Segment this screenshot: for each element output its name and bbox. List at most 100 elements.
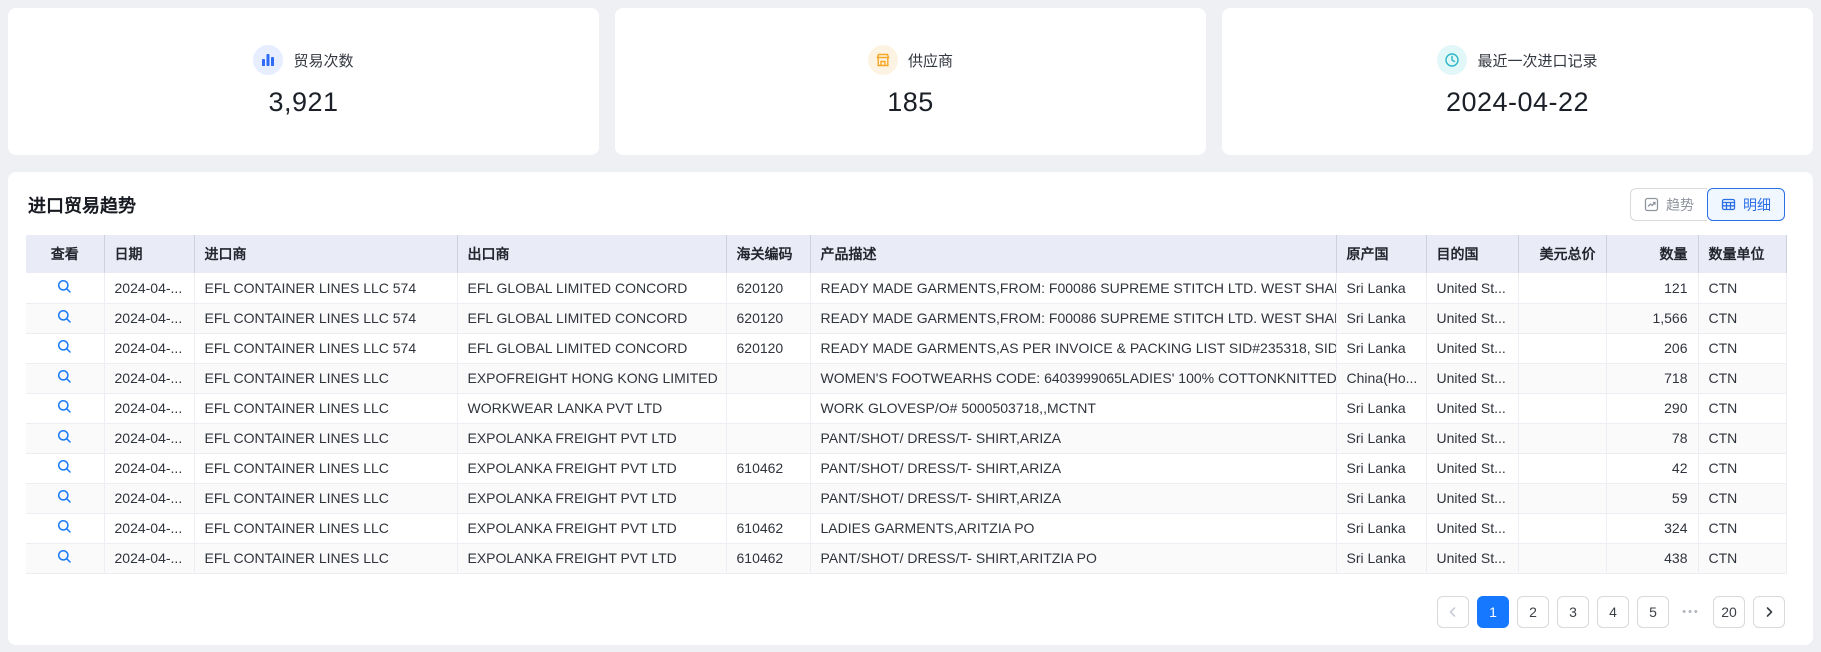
trend-view-button[interactable]: 趋势 [1630,188,1707,221]
view-magnifier-icon[interactable] [57,429,72,447]
view-cell [26,423,105,454]
destination-cell: United St... [1426,483,1519,514]
table-row: 2024-04-... EFL CONTAINER LINES LLC EXPO… [26,513,1787,544]
view-magnifier-icon[interactable] [57,399,72,417]
description-cell: WOMEN'S FOOTWEARHS CODE: 6403999065LADIE… [810,363,1337,394]
hs-code-cell: 610462 [726,513,811,544]
exporter-cell: EXPOLANKA FREIGHT PVT LTD [457,453,727,484]
origin-cell: Sri Lanka [1336,393,1427,424]
page-button-5[interactable]: 5 [1637,595,1669,628]
unit-cell: CTN [1698,333,1787,364]
destination-cell: United St... [1426,273,1519,304]
hs-code-cell [726,393,811,424]
page-jump-ellipsis[interactable]: ••• [1677,606,1705,618]
description-cell: PANT/SHOT/ DRESS/T- SHIRT,ARITZIA PO [810,543,1337,574]
hs-code-cell: 620120 [726,303,811,334]
description-cell: LADIES GARMENTS,ARITZIA PO [810,513,1337,544]
header-quantity: 数量 [1606,235,1699,273]
hs-code-cell [726,363,811,394]
hs-code-cell [726,483,811,514]
origin-cell: Sri Lanka [1336,513,1427,544]
description-cell: PANT/SHOT/ DRESS/T- SHIRT,ARIZA [810,483,1337,514]
table-row: 2024-04-... EFL CONTAINER LINES LLC WORK… [26,393,1787,424]
header-description: 产品描述 [810,235,1337,273]
trade-records-table: 查看 日期 进口商 出口商 海关编码 产品描述 原产国 目的国 美元总价 数量 … [26,235,1787,574]
unit-cell: CTN [1698,453,1787,484]
destination-cell: United St... [1426,363,1519,394]
view-magnifier-icon[interactable] [57,309,72,327]
quantity-cell: 438 [1606,543,1699,574]
origin-cell: Sri Lanka [1336,333,1427,364]
header-view: 查看 [26,235,105,273]
view-magnifier-icon[interactable] [57,519,72,537]
header-date: 日期 [104,235,195,273]
exporter-cell: EXPOLANKA FREIGHT PVT LTD [457,543,727,574]
stat-label: 贸易次数 [293,52,354,70]
stat-card-latest-import: 最近一次进口记录 2024-04-22 [1222,8,1813,155]
hs-code-cell: 620120 [726,273,811,304]
date-cell: 2024-04-... [104,483,195,514]
page-button-4[interactable]: 4 [1597,595,1629,628]
detail-view-label: 明细 [1743,196,1771,213]
exporter-cell: EXPOLANKA FREIGHT PVT LTD [457,513,727,544]
description-cell: WORK GLOVESP/O# 5000503718,,MCTNT [810,393,1337,424]
page-button-last[interactable]: 20 [1713,595,1745,628]
view-cell [26,393,105,424]
table-row: 2024-04-... EFL CONTAINER LINES LLC EXPO… [26,453,1787,484]
view-cell [26,543,105,574]
date-cell: 2024-04-... [104,393,195,424]
view-magnifier-icon[interactable] [57,339,72,357]
quantity-cell: 290 [1606,393,1699,424]
importer-cell: EFL CONTAINER LINES LLC 574 [194,333,458,364]
view-cell [26,513,105,544]
destination-cell: United St... [1426,423,1519,454]
view-cell [26,453,105,484]
table-row: 2024-04-... EFL CONTAINER LINES LLC 574 … [26,273,1787,304]
importer-cell: EFL CONTAINER LINES LLC [194,483,458,514]
view-magnifier-icon[interactable] [57,489,72,507]
quantity-cell: 78 [1606,423,1699,454]
hs-code-cell: 620120 [726,333,811,364]
bar-chart-icon [253,45,284,75]
importer-cell: EFL CONTAINER LINES LLC [194,363,458,394]
quantity-cell: 324 [1606,513,1699,544]
table-row: 2024-04-... EFL CONTAINER LINES LLC EXPO… [26,483,1787,514]
header-destination: 目的国 [1426,235,1519,273]
date-cell: 2024-04-... [104,453,195,484]
page-button-2[interactable]: 2 [1517,595,1549,628]
usd-total-cell [1518,303,1607,334]
date-cell: 2024-04-... [104,423,195,454]
table-row: 2024-04-... EFL CONTAINER LINES LLC 574 … [26,333,1787,364]
stat-label: 供应商 [907,52,953,70]
prev-page-button[interactable] [1437,595,1469,628]
unit-cell: CTN [1698,483,1787,514]
header-importer: 进口商 [194,235,458,273]
page-button-1[interactable]: 1 [1477,595,1509,628]
destination-cell: United St... [1426,543,1519,574]
importer-cell: EFL CONTAINER LINES LLC [194,393,458,424]
supplier-icon [867,45,898,75]
date-cell: 2024-04-... [104,513,195,544]
table-row: 2024-04-... EFL CONTAINER LINES LLC 574 … [26,303,1787,334]
view-magnifier-icon[interactable] [57,279,72,297]
usd-total-cell [1518,423,1607,454]
date-cell: 2024-04-... [104,273,195,304]
quantity-cell: 59 [1606,483,1699,514]
view-magnifier-icon[interactable] [57,459,72,477]
view-magnifier-icon[interactable] [57,369,72,387]
hs-code-cell: 610462 [726,543,811,574]
trend-view-label: 趋势 [1666,196,1694,213]
next-page-button[interactable] [1753,595,1785,628]
detail-view-button[interactable]: 明细 [1707,188,1785,221]
importer-cell: EFL CONTAINER LINES LLC [194,513,458,544]
usd-total-cell [1518,393,1607,424]
hs-code-cell: 610462 [726,453,811,484]
usd-total-cell [1518,363,1607,394]
importer-cell: EFL CONTAINER LINES LLC [194,423,458,454]
page-button-3[interactable]: 3 [1557,595,1589,628]
stat-cards: 贸易次数 3,921 供应商 185 最近一次进口记录 2024-04-22 [0,0,1821,155]
usd-total-cell [1518,273,1607,304]
date-cell: 2024-04-... [104,363,195,394]
importer-cell: EFL CONTAINER LINES LLC 574 [194,273,458,304]
view-magnifier-icon[interactable] [57,549,72,567]
